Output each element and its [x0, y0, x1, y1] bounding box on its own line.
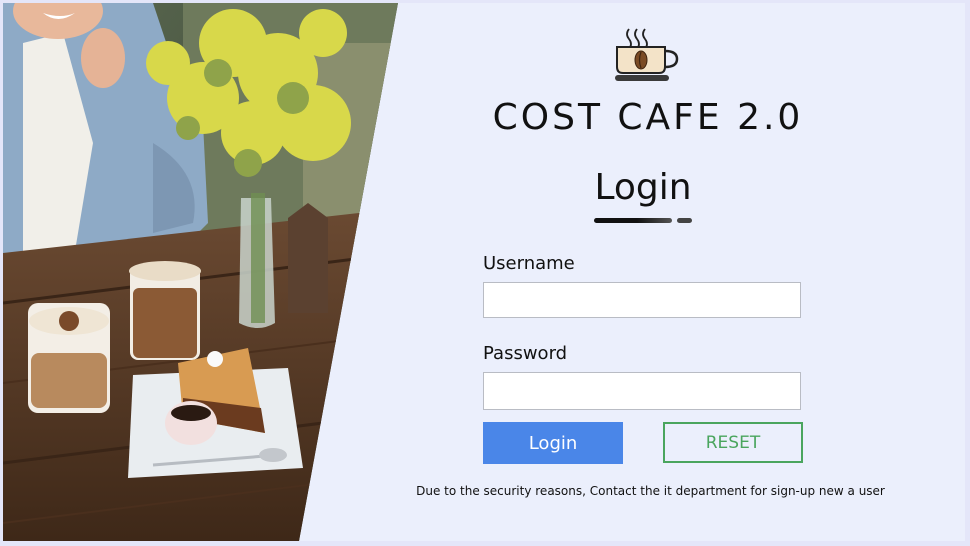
username-field[interactable] — [483, 282, 801, 318]
password-label: Password — [483, 343, 568, 364]
page-title: Login — [594, 167, 692, 208]
password-field[interactable] — [483, 372, 801, 410]
app-title: COST CAFE 2.0 — [492, 97, 804, 138]
cafe-photo — [3, 3, 398, 541]
username-label: Username — [483, 253, 575, 274]
login-button[interactable]: Login — [483, 422, 623, 464]
signup-notice: Due to the security reasons, Contact the… — [416, 484, 885, 498]
reset-button[interactable]: RESET — [663, 422, 803, 463]
title-underline — [594, 217, 692, 225]
login-page: COST CAFE 2.0 Login Username Password Lo… — [3, 3, 965, 541]
coffee-cup-icon — [615, 27, 681, 87]
underline-long — [594, 218, 672, 223]
underline-short — [677, 218, 692, 223]
